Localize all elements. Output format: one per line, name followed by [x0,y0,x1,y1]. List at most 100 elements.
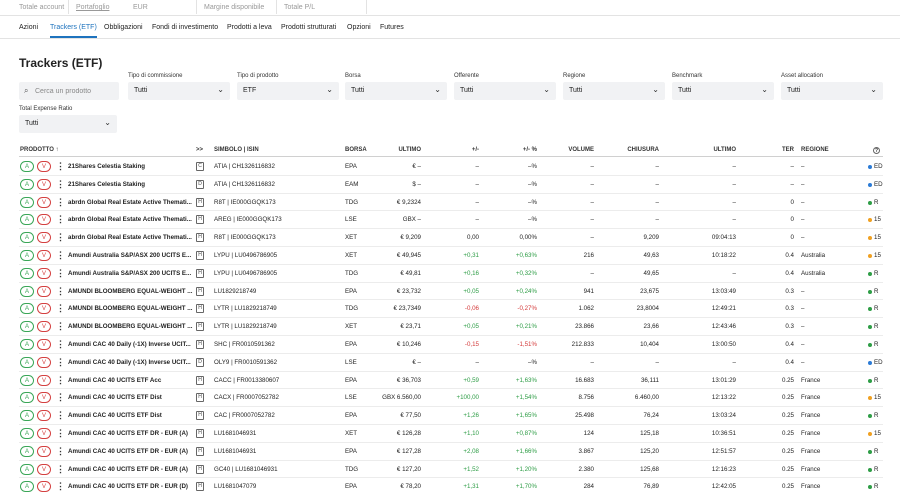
document-icon[interactable]: C [196,162,204,171]
product-name[interactable]: AMUNDI BLOOMBERG EQUAL-WEIGHT ... [68,305,193,312]
column-header-close[interactable]: CHIUSURA [619,147,659,153]
sell-button[interactable]: V [37,374,51,386]
document-icon[interactable]: H [196,428,204,438]
more-options-icon[interactable]: ⋮ [56,161,65,171]
more-options-icon[interactable]: ⋮ [56,464,65,474]
table-row[interactable]: A V ⋮ abrdn Global Real Estate Active Thema… [19,211,883,230]
tab-obbligazioni[interactable]: Obbligazioni [104,24,143,31]
buy-button[interactable]: A [20,285,34,297]
table-row[interactable]: A V ⋮ Amundi CAC 40 UCITS ETF DR - EUR (A) H… [19,425,883,443]
product-name[interactable]: Amundi CAC 40 Daily (-1X) Inverse UCIT..… [68,359,193,366]
document-icon[interactable]: H [196,411,204,421]
more-options-icon[interactable]: ⋮ [56,179,65,189]
tab-prodotti-a-leva[interactable]: Prodotti a leva [227,24,272,31]
sell-button[interactable]: V [37,303,51,315]
buy-button[interactable]: A [20,303,34,315]
product-name[interactable]: 21Shares Celestia Staking [68,163,193,170]
table-row[interactable]: A V ⋮ AMUNDI BLOOMBERG EQUAL-WEIGHT ... H LYT… [19,318,883,336]
document-icon[interactable]: H [196,215,204,225]
column-header-symbol[interactable]: SIMBOLO | ISIN [214,147,259,153]
product-name[interactable]: abrdn Global Real Estate Active Themati.… [68,216,193,223]
table-row[interactable]: A V ⋮ Amundi CAC 40 UCITS ETF DR - EUR (A) H… [19,461,883,479]
product-name[interactable]: abrdn Global Real Estate Active Themati.… [68,234,193,241]
product-name[interactable]: AMUNDI BLOOMBERG EQUAL-WEIGHT ... [68,323,193,330]
buy-button[interactable]: A [20,481,34,492]
product-name[interactable]: Amundi CAC 40 Daily (-1X) Inverse UCIT..… [68,341,193,348]
product-name[interactable]: abrdn Global Real Estate Active Themati.… [68,199,193,206]
more-options-icon[interactable]: ⋮ [56,392,65,402]
table-row[interactable]: A V ⋮ Amundi Australia S&P/ASX 200 UCITS E.… [19,265,883,283]
more-options-icon[interactable]: ⋮ [56,357,65,367]
buy-button[interactable]: A [20,338,34,350]
product-name[interactable]: AMUNDI BLOOMBERG EQUAL-WEIGHT ... [68,288,193,295]
buy-button[interactable]: A [20,214,34,226]
column-header-last-time[interactable]: ULTIMO [696,147,736,153]
table-row[interactable]: A V ⋮ Amundi CAC 40 Daily (-1X) Inverse UCI… [19,336,883,354]
table-row[interactable]: A V ⋮ Amundi CAC 40 UCITS ETF Acc H CACC | FR… [19,372,883,390]
more-options-icon[interactable]: ⋮ [56,428,65,438]
buy-button[interactable]: A [20,161,34,172]
sell-button[interactable]: V [37,196,51,208]
sell-button[interactable]: V [37,232,51,244]
portfolio-label[interactable]: Portafoglio [76,4,109,11]
product-type-select[interactable]: ETF ⌄ [237,82,339,100]
table-row[interactable]: A V ⋮ Amundi CAC 40 Daily (-1X) Inverse UCI… [19,354,883,372]
buy-button[interactable]: A [20,267,34,279]
document-icon[interactable]: H [196,286,204,296]
issuer-select[interactable]: Tutti ⌄ [454,82,556,100]
sell-button[interactable]: V [37,481,51,492]
document-icon[interactable]: H [196,375,204,385]
sell-button[interactable]: V [37,410,51,422]
more-options-icon[interactable]: ⋮ [56,446,65,456]
buy-button[interactable]: A [20,232,34,244]
document-icon[interactable]: H [196,197,204,207]
sell-button[interactable]: V [37,249,51,261]
tab-trackers-etf[interactable]: Trackers (ETF) [50,24,97,38]
sell-button[interactable]: V [37,214,51,226]
document-icon[interactable]: H [196,482,204,492]
table-row[interactable]: A V ⋮ Amundi CAC 40 UCITS ETF Dist H CAC | FR… [19,407,883,425]
more-options-icon[interactable]: ⋮ [56,214,65,224]
table-row[interactable]: A V ⋮ Amundi CAC 40 UCITS ETF DR - EUR (A) H… [19,443,883,461]
sell-button[interactable]: V [37,338,51,350]
buy-button[interactable]: A [20,178,34,190]
sell-button[interactable]: V [37,267,51,279]
more-options-icon[interactable]: ⋮ [56,410,65,420]
product-name[interactable]: Amundi CAC 40 UCITS ETF Acc [68,377,193,384]
buy-button[interactable]: A [20,445,34,457]
buy-button[interactable]: A [20,427,34,439]
buy-button[interactable]: A [20,463,34,475]
document-icon[interactable]: D [196,179,204,189]
document-icon[interactable]: H [196,464,204,474]
product-name[interactable]: Amundi Australia S&P/ASX 200 UCITS E... [68,270,193,277]
search-input[interactable] [35,82,129,100]
product-name[interactable]: Amundi CAC 40 UCITS ETF DR - EUR (D) [68,483,193,490]
more-options-icon[interactable]: ⋮ [56,303,65,313]
sell-button[interactable]: V [37,178,51,190]
sell-button[interactable]: V [37,427,51,439]
buy-button[interactable]: A [20,392,34,404]
document-icon[interactable]: H [196,322,204,332]
column-header-region[interactable]: REGIONE [801,147,829,153]
tab-opzioni[interactable]: Opzioni [347,24,371,31]
table-row[interactable]: A V ⋮ 21Shares Celestia Staking C ATIA | CH13… [19,158,883,176]
document-icon[interactable]: H [196,268,204,278]
more-options-icon[interactable]: ⋮ [56,250,65,260]
document-icon[interactable]: D [196,357,204,367]
buy-button[interactable]: A [20,196,34,208]
sell-button[interactable]: V [37,356,51,368]
ter-select[interactable]: Tutti ⌄ [19,115,117,133]
product-name[interactable]: Amundi CAC 40 UCITS ETF Dist [68,412,193,419]
column-header-ter[interactable]: TER [754,147,794,153]
help-icon[interactable]: ? [873,147,880,154]
more-options-icon[interactable]: ⋮ [56,232,65,242]
table-row[interactable]: A V ⋮ AMUNDI BLOOMBERG EQUAL-WEIGHT ... H LU1… [19,283,883,301]
buy-button[interactable]: A [20,249,34,261]
buy-button[interactable]: A [20,356,34,368]
product-name[interactable]: 21Shares Celestia Staking [68,181,193,188]
document-icon[interactable]: H [196,250,204,260]
column-header-product[interactable]: PRODOTTO ↑ [20,147,59,153]
product-name[interactable]: Amundi CAC 40 UCITS ETF Dist [68,394,193,401]
sell-button[interactable]: V [37,392,51,404]
table-row[interactable]: A V ⋮ AMUNDI BLOOMBERG EQUAL-WEIGHT ... H LYT… [19,300,883,319]
